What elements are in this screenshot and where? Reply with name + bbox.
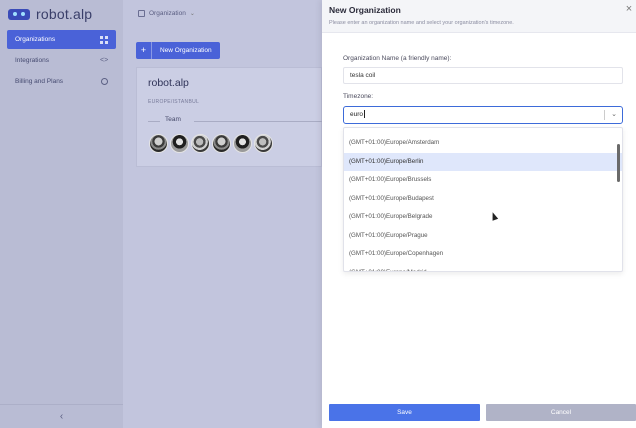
sidebar-item-label: Integrations xyxy=(15,57,49,64)
text-caret xyxy=(364,110,366,119)
new-organization-panel: New Organization Please enter an organiz… xyxy=(322,0,636,428)
organization-timezone: EUROPE/ISTANBUL xyxy=(148,99,200,105)
timezone-label: Timezone: xyxy=(343,93,374,100)
avatar[interactable] xyxy=(233,134,252,153)
timezone-query-text: euro xyxy=(350,111,364,118)
chevron-down-icon[interactable]: ⌄ xyxy=(190,10,195,17)
avatar[interactable] xyxy=(254,134,273,153)
sidebar-item-label: Organizations xyxy=(15,36,56,43)
panel-title: New Organization xyxy=(329,5,401,15)
gear-icon xyxy=(101,78,108,85)
timezone-option[interactable]: (GMT+01:00)Europe/Brussels xyxy=(344,171,622,190)
sidebar-item-label: Billing and Plans xyxy=(15,78,64,85)
plus-icon: + xyxy=(136,42,152,59)
cancel-button[interactable]: Cancel xyxy=(486,404,636,421)
timezone-option[interactable]: (GMT+01:00)Europe/Berlin xyxy=(344,152,622,171)
team-avatars xyxy=(149,134,273,153)
org-name-input[interactable]: tesla coil xyxy=(343,67,623,84)
team-label: Team xyxy=(165,116,181,123)
sidebar-item-integrations[interactable]: Integrations <> xyxy=(7,51,116,70)
panel-header: New Organization Please enter an organiz… xyxy=(322,0,636,33)
timezone-option[interactable]: (GMT+01:00)Europe/Amsterdam xyxy=(344,134,622,153)
sidebar: robot.alp Organizations Integrations <> … xyxy=(0,0,123,428)
timezone-option[interactable]: (GMT+01:00)Europe/Madrid xyxy=(344,264,622,272)
timezone-option[interactable]: (GMT+01:00)Europe/Prague xyxy=(344,227,622,246)
timezone-select[interactable]: euro ⌄ xyxy=(343,106,623,124)
code-icon: <> xyxy=(100,56,109,64)
new-organization-label: New Organization xyxy=(160,47,212,54)
org-name-label: Organization Name (a friendly name): xyxy=(343,55,452,62)
apps-icon xyxy=(138,9,145,17)
close-icon[interactable]: × xyxy=(624,4,634,15)
panel-subtitle: Please enter an organization name and se… xyxy=(329,20,514,26)
grid-icon xyxy=(100,35,108,44)
sidebar-collapse-button[interactable]: ‹ xyxy=(0,404,123,428)
timezone-option[interactable]: (GMT+01:00)Europe/Copenhagen xyxy=(344,245,622,264)
timezone-search-input[interactable]: euro xyxy=(350,107,366,123)
save-button[interactable]: Save xyxy=(329,404,480,421)
main-content: Organization ⌄ + New Organization robot.… xyxy=(123,0,323,428)
timezone-option[interactable]: (GMT+01:00)Europe/Budapest xyxy=(344,190,622,209)
sidebar-item-billing[interactable]: Billing and Plans xyxy=(7,72,116,91)
timezone-option[interactable]: (GMT+01:00)Europe/Belgrade xyxy=(344,208,622,227)
avatar[interactable] xyxy=(191,134,210,153)
organization-name: robot.alp xyxy=(148,77,189,89)
chevron-down-icon[interactable]: ⌄ xyxy=(611,108,617,122)
new-organization-button[interactable]: + New Organization xyxy=(136,42,220,59)
avatar[interactable] xyxy=(170,134,189,153)
chevron-left-icon: ‹ xyxy=(59,411,64,422)
sidebar-item-organizations[interactable]: Organizations xyxy=(7,30,116,49)
timezone-dropdown[interactable]: (GMT+01:00)Europe/Amsterdam (GMT+01:00)Eu… xyxy=(343,127,623,272)
breadcrumb-organization[interactable]: Organization xyxy=(149,10,186,17)
team-divider: Team xyxy=(148,116,323,126)
breadcrumb: Organization ⌄ xyxy=(123,0,322,26)
avatar[interactable] xyxy=(149,134,168,153)
organization-card[interactable]: robot.alp EUROPE/ISTANBUL Team xyxy=(136,67,323,167)
app-logo[interactable]: robot.alp xyxy=(8,6,92,22)
avatar[interactable] xyxy=(212,134,231,153)
robot-logo-icon xyxy=(8,8,30,20)
select-divider xyxy=(604,110,605,120)
dropdown-scrollbar[interactable] xyxy=(617,144,620,182)
logo-text: robot.alp xyxy=(36,6,93,22)
sidebar-nav: Organizations Integrations <> Billing an… xyxy=(7,30,116,93)
